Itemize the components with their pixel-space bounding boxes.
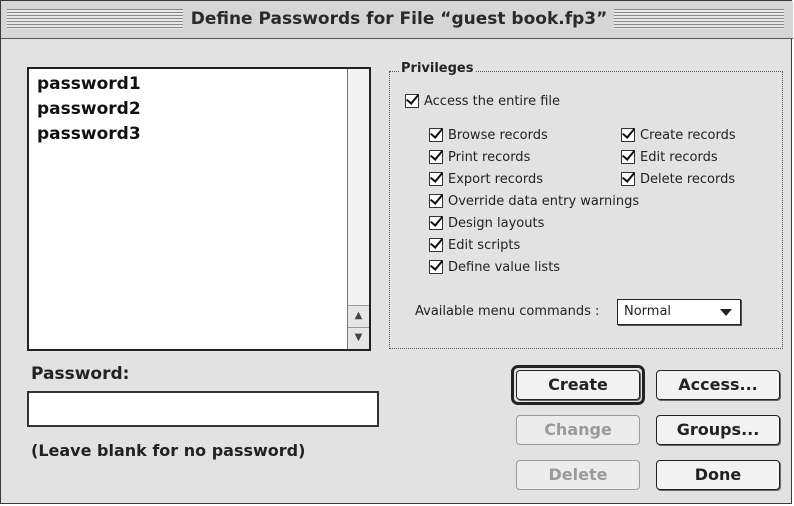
checkbox-checked-icon	[429, 216, 443, 230]
checkbox-label: Access the entire file	[424, 93, 561, 109]
groups-button[interactable]: Groups...	[656, 415, 780, 445]
checkbox-label: Delete records	[640, 171, 736, 187]
scroll-down-arrow-icon[interactable]: ▼	[348, 327, 369, 349]
title-bar[interactable]: Define Passwords for File “guest book.fp…	[1, 1, 793, 39]
password-list-item[interactable]: password2	[37, 98, 141, 120]
override-warnings-checkbox[interactable]: Override data entry warnings	[429, 191, 639, 211]
checkbox-label: Define value lists	[448, 259, 561, 275]
checkbox-checked-icon	[405, 94, 419, 108]
browse-records-checkbox[interactable]: Browse records	[429, 125, 548, 145]
password-list[interactable]: password1 password2 password3 ▲ ▼	[27, 67, 371, 351]
print-records-checkbox[interactable]: Print records	[429, 147, 530, 167]
checkbox-label: Create records	[640, 127, 736, 143]
design-layouts-checkbox[interactable]: Design layouts	[429, 213, 544, 233]
checkbox-checked-icon	[429, 194, 443, 208]
checkbox-label: Export records	[448, 171, 543, 187]
checkbox-checked-icon	[621, 172, 635, 186]
create-button[interactable]: Create	[516, 370, 640, 400]
define-passwords-dialog: Define Passwords for File “guest book.fp…	[0, 0, 793, 504]
access-button[interactable]: Access...	[656, 370, 780, 400]
menu-commands-dropdown[interactable]: Normal	[617, 299, 741, 325]
password-list-item[interactable]: password1	[37, 73, 141, 95]
access-entire-file-checkbox[interactable]: Access the entire file	[405, 91, 560, 111]
checkbox-checked-icon	[429, 238, 443, 252]
delete-button[interactable]: Delete	[516, 460, 640, 490]
checkbox-checked-icon	[429, 172, 443, 186]
checkbox-label: Browse records	[448, 127, 548, 143]
password-label: Password:	[31, 364, 130, 384]
checkbox-checked-icon	[621, 128, 635, 142]
checkbox-label: Edit records	[640, 149, 718, 165]
edit-records-checkbox[interactable]: Edit records	[621, 147, 718, 167]
checkbox-label: Design layouts	[448, 215, 545, 231]
checkbox-label: Print records	[448, 149, 531, 165]
edit-scripts-checkbox[interactable]: Edit scripts	[429, 235, 520, 255]
checkbox-label: Override data entry warnings	[448, 193, 640, 209]
create-records-checkbox[interactable]: Create records	[621, 125, 736, 145]
checkbox-checked-icon	[621, 150, 635, 164]
dropdown-arrow-icon	[720, 309, 732, 316]
menu-commands-value: Normal	[624, 304, 672, 319]
password-hint: (Leave blank for no password)	[31, 441, 306, 460]
checkbox-label: Edit scripts	[448, 237, 521, 253]
title-bar-stripes-left	[7, 9, 183, 29]
scroll-up-arrow-icon[interactable]: ▲	[348, 305, 369, 327]
delete-records-checkbox[interactable]: Delete records	[621, 169, 735, 189]
vertical-scrollbar[interactable]: ▲ ▼	[347, 69, 369, 349]
checkbox-checked-icon	[429, 150, 443, 164]
privileges-label: Privileges	[399, 61, 476, 77]
change-button[interactable]: Change	[516, 415, 640, 445]
done-button[interactable]: Done	[656, 460, 780, 490]
password-input[interactable]	[27, 391, 379, 427]
checkbox-checked-icon	[429, 128, 443, 142]
title-bar-stripes-right	[614, 9, 784, 29]
dialog-title: Define Passwords for File “guest book.fp…	[190, 9, 608, 29]
menu-commands-label: Available menu commands :	[415, 304, 600, 319]
checkbox-checked-icon	[429, 260, 443, 274]
define-value-lists-checkbox[interactable]: Define value lists	[429, 257, 560, 277]
export-records-checkbox[interactable]: Export records	[429, 169, 543, 189]
password-list-item[interactable]: password3	[37, 123, 141, 145]
